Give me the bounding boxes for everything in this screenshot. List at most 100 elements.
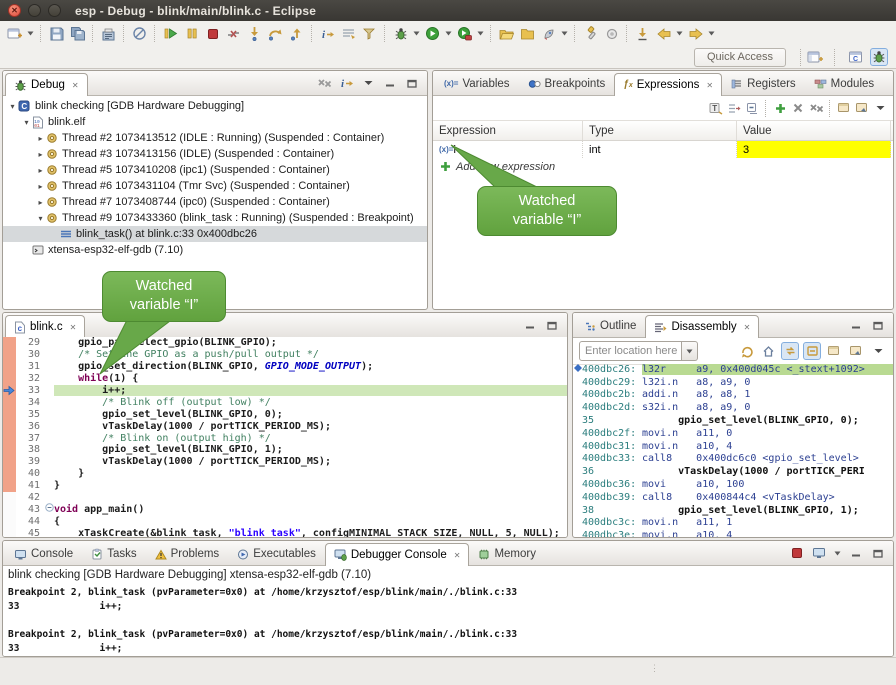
- build-button[interactable]: [98, 23, 119, 44]
- breakpoint-ruler[interactable]: [3, 373, 16, 385]
- show-logical-structures-button[interactable]: [725, 99, 743, 117]
- terminate-button[interactable]: [202, 23, 223, 44]
- refresh-button[interactable]: [737, 342, 755, 360]
- open-folder-button[interactable]: [517, 23, 538, 44]
- breakpoint-ruler[interactable]: [3, 444, 16, 456]
- debug-tree-item[interactable]: ▾1001blink.elf: [3, 114, 427, 130]
- breakpoint-ruler[interactable]: [3, 337, 16, 349]
- save-all-button[interactable]: [67, 23, 88, 44]
- debug-tree-item[interactable]: ▸Thread #6 1073431104 (Tmr Svc) (Suspend…: [3, 178, 427, 194]
- maximize-button[interactable]: [543, 316, 561, 334]
- collapsed-arrow-icon[interactable]: ▸: [35, 198, 46, 207]
- new-rendering-button[interactable]: [825, 342, 843, 360]
- close-tab-icon[interactable]: ✕: [706, 81, 713, 90]
- step-over-button[interactable]: [265, 23, 286, 44]
- show-layout-button[interactable]: [338, 23, 359, 44]
- step-into-button[interactable]: [244, 23, 265, 44]
- debug-tree-item[interactable]: ▸Thread #2 1073413512 (IDLE : Running) (…: [3, 130, 427, 146]
- column-header-type[interactable]: Type: [583, 121, 737, 140]
- view-menu-button[interactable]: [871, 99, 889, 117]
- save-button[interactable]: [46, 23, 67, 44]
- dropdown-arrow-button[interactable]: [25, 23, 36, 44]
- home-button[interactable]: [759, 342, 777, 360]
- fold-column[interactable]: [44, 503, 54, 515]
- expanded-arrow-icon[interactable]: ▾: [7, 102, 18, 111]
- launch-button[interactable]: [538, 23, 559, 44]
- track-expression-button[interactable]: [803, 342, 821, 360]
- debug-tree-item[interactable]: ▸Thread #3 1073413156 (IDLE) (Suspended …: [3, 146, 427, 162]
- terminate-button[interactable]: [788, 544, 806, 562]
- skip-all-breakpoints-button[interactable]: [129, 23, 150, 44]
- tab-tasks[interactable]: Tasks: [82, 542, 145, 565]
- close-tab-icon[interactable]: ✕: [72, 81, 79, 90]
- maximize-button[interactable]: [869, 316, 887, 334]
- breakpoint-ruler[interactable]: [3, 468, 16, 480]
- maximize-button[interactable]: [869, 544, 887, 562]
- pin-view-button[interactable]: [847, 342, 865, 360]
- debug-tree-item[interactable]: xtensa-esp32-elf-gdb (7.10): [3, 242, 427, 258]
- instruction-stepping-button[interactable]: i: [337, 74, 355, 92]
- minimize-button[interactable]: [521, 316, 539, 334]
- window-maximize-button[interactable]: [48, 4, 61, 17]
- external-tools-button[interactable]: [454, 23, 475, 44]
- dropdown-arrow-button[interactable]: [475, 23, 486, 44]
- debug-perspective-button[interactable]: [870, 48, 888, 66]
- code-editor[interactable]: 29 gpio_pad_select_gpio(BLINK_GPIO);30 /…: [3, 337, 567, 537]
- column-header-value[interactable]: Value: [737, 121, 891, 140]
- disassembly-listing[interactable]: 400dbc26:l32r a9, 0x400d045c <_stext+109…: [573, 363, 893, 537]
- minimize-button[interactable]: [381, 74, 399, 92]
- remove-all-terminated-button[interactable]: [315, 74, 333, 92]
- sync-active-context-button[interactable]: [781, 342, 799, 360]
- dropdown-arrow-button[interactable]: [411, 23, 422, 44]
- view-menu-button[interactable]: [869, 342, 887, 360]
- tab-breakpoints[interactable]: Breakpoints: [519, 72, 615, 95]
- breakpoint-ruler[interactable]: [3, 349, 16, 361]
- tab-registers[interactable]: Registers: [722, 72, 805, 95]
- tab-disassembly[interactable]: Disassembly✕: [645, 315, 759, 338]
- close-tab-icon[interactable]: ✕: [744, 323, 751, 332]
- collapse-all-button[interactable]: [743, 99, 761, 117]
- use-step-filters-button[interactable]: [359, 23, 380, 44]
- tab-modules[interactable]: Modules: [805, 72, 883, 95]
- close-tab-icon[interactable]: ✕: [70, 323, 77, 332]
- resume-button[interactable]: [160, 23, 181, 44]
- tab-debug[interactable]: Debug✕: [5, 73, 88, 96]
- debug-button[interactable]: [390, 23, 411, 44]
- collapsed-arrow-icon[interactable]: ▸: [35, 134, 46, 143]
- back-button[interactable]: [653, 23, 674, 44]
- collapsed-arrow-icon[interactable]: ▸: [35, 182, 46, 191]
- column-header-expression[interactable]: Expression: [433, 121, 583, 140]
- breakpoint-ruler[interactable]: [3, 385, 16, 397]
- cpp-perspective-button[interactable]: C: [846, 48, 864, 66]
- debug-tree-item[interactable]: ▾Thread #9 1073433360 (blink_task : Runn…: [3, 210, 427, 226]
- view-menu-button[interactable]: [359, 74, 377, 92]
- breakpoint-ruler[interactable]: [3, 396, 16, 408]
- display-console-button[interactable]: [810, 544, 828, 562]
- tab-outline[interactable]: Outline: [575, 314, 645, 337]
- last-edit-location-button[interactable]: [632, 23, 653, 44]
- dropdown-arrow-button[interactable]: [559, 23, 570, 44]
- expanded-arrow-icon[interactable]: ▾: [21, 118, 32, 127]
- debug-tree-item[interactable]: blink_task() at blink.c:33 0x400dbc26: [3, 226, 427, 242]
- tab-console[interactable]: Console: [5, 542, 82, 565]
- step-return-button[interactable]: [286, 23, 307, 44]
- debug-tree-item[interactable]: ▸Thread #5 1073410208 (ipc1) (Suspended …: [3, 162, 427, 178]
- mark-occurrences-button[interactable]: [601, 23, 622, 44]
- forward-button[interactable]: [685, 23, 706, 44]
- breakpoint-ruler[interactable]: [3, 527, 16, 537]
- debug-launch-tree[interactable]: ▾Cblink checking [GDB Hardware Debugging…: [3, 96, 427, 258]
- remove-all-expressions-button[interactable]: [807, 99, 825, 117]
- breakpoint-ruler[interactable]: [3, 503, 16, 515]
- breakpoint-ruler[interactable]: [3, 408, 16, 420]
- pin-view-button[interactable]: [853, 99, 871, 117]
- breakpoint-ruler[interactable]: [3, 515, 16, 527]
- tab-expressions[interactable]: ƒxExpressions✕: [614, 73, 722, 96]
- dropdown-arrow-button[interactable]: [443, 23, 454, 44]
- collapsed-arrow-icon[interactable]: ▸: [35, 166, 46, 175]
- disconnect-button[interactable]: [223, 23, 244, 44]
- dropdown-arrow-button[interactable]: [674, 23, 685, 44]
- dropdown-arrow-button[interactable]: [706, 23, 717, 44]
- instruction-stepping-button[interactable]: i: [317, 23, 338, 44]
- tab-memory[interactable]: Memory: [469, 542, 545, 565]
- tab-problems[interactable]: Problems: [146, 542, 229, 565]
